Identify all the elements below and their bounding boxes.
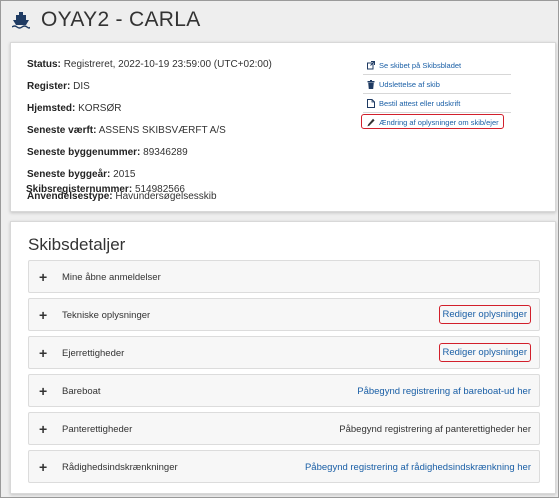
info-row-hjemsted: Hjemsted: KORSØR <box>27 103 121 114</box>
accordion-label: Panterettigheder <box>62 424 133 435</box>
window-frame: OYAY2 - CARLA Status: Registreret, 2022-… <box>0 0 559 498</box>
highlight-box <box>361 114 504 129</box>
accordion-mine-aabne-anmeldelser[interactable]: + Mine åbne anmeldelser <box>28 260 540 293</box>
info-value: 2015 <box>113 169 136 180</box>
info-label: Seneste byggeår: <box>27 169 111 180</box>
info-value: ASSENS SKIBSVÆRFT A/S <box>98 125 226 136</box>
info-value: 514982566 <box>134 184 185 195</box>
raadighedsindskraenkning-registration-link[interactable]: Påbegynd registrering af rådighedsindskr… <box>305 462 531 473</box>
info-value: Registreret, 2022-10-19 23:59:00 (UTC+02… <box>63 59 272 70</box>
accordion-label: Mine åbne anmeldelser <box>62 272 161 283</box>
info-label: Skibsregisternummer: <box>26 184 133 195</box>
info-row-byggenummer: Seneste byggenummer: 89346289 <box>27 147 188 158</box>
page-title: OYAY2 - CARLA <box>41 8 201 31</box>
action-label: Se skibet på Skibsbladet <box>379 60 462 70</box>
expand-plus-icon[interactable]: + <box>39 269 47 285</box>
info-row-skibsregisternummer: Skibsregisternummer: 514982566 <box>26 184 185 195</box>
expand-plus-icon[interactable]: + <box>39 307 47 323</box>
info-label: Seneste værft: <box>27 125 97 136</box>
info-value: 89346289 <box>143 147 188 158</box>
info-row-status: Status: Registreret, 2022-10-19 23:59:00… <box>27 59 272 70</box>
info-label: Seneste byggenummer: <box>27 147 141 158</box>
expand-plus-icon[interactable]: + <box>39 345 47 361</box>
action-se-skibet[interactable]: Se skibet på Skibsbladet <box>363 56 511 75</box>
edit-ejerrettigheder-link[interactable]: Rediger oplysninger <box>438 343 531 362</box>
action-udslettelse[interactable]: Udslettelse af skib <box>363 75 511 94</box>
trash-icon <box>367 80 375 89</box>
external-link-icon <box>367 61 375 70</box>
ship-actions: Se skibet på Skibsbladet Udslettelse af … <box>361 56 511 132</box>
ship-icon <box>12 12 30 29</box>
accordion-label: Bareboat <box>62 386 101 397</box>
accordion-ejerrettigheder[interactable]: + Ejerrettigheder Rediger oplysninger <box>28 336 540 369</box>
action-label: Udslettelse af skib <box>379 79 440 89</box>
accordion-label: Rådighedsindskrænkninger <box>62 462 178 473</box>
accordion-tekniske-oplysninger[interactable]: + Tekniske oplysninger Rediger oplysning… <box>28 298 540 331</box>
accordion-bareboat[interactable]: + Bareboat Påbegynd registrering af bare… <box>28 374 540 407</box>
expand-plus-icon[interactable]: + <box>39 383 47 399</box>
edit-tekniske-oplysninger-link[interactable]: Rediger oplysninger <box>438 305 531 324</box>
info-label: Status: <box>27 59 61 70</box>
ship-details-card: Skibsdetaljer + Mine åbne anmeldelser + … <box>10 221 556 494</box>
expand-plus-icon[interactable]: + <box>39 421 47 437</box>
page-header: OYAY2 - CARLA <box>2 2 559 39</box>
details-title: Skibsdetaljer <box>28 235 126 254</box>
action-label: Bestil attest eller udskrift <box>379 98 461 108</box>
panterettigheder-registration-link[interactable]: Påbegynd registrering af panterettighede… <box>339 424 531 435</box>
accordion-raadighedsindskraenkninger[interactable]: + Rådighedsindskrænkninger Påbegynd regi… <box>28 450 540 483</box>
info-value: DIS <box>73 81 90 92</box>
info-label: Hjemsted: <box>27 103 76 114</box>
info-row-vaerft: Seneste værft: ASSENS SKIBSVÆRFT A/S <box>27 125 226 136</box>
expand-plus-icon[interactable]: + <box>39 459 47 475</box>
info-value: KORSØR <box>78 103 122 114</box>
info-label: Register: <box>27 81 71 92</box>
document-icon <box>367 99 375 108</box>
accordion-label: Ejerrettigheder <box>62 348 125 359</box>
bareboat-registration-link[interactable]: Påbegynd registrering af bareboat-ud her <box>357 386 531 397</box>
info-row-register: Register: DIS <box>27 81 90 92</box>
accordion-panterettigheder[interactable]: + Panterettigheder Påbegynd registrering… <box>28 412 540 445</box>
info-row-byggeaar: Seneste byggeår: 2015 <box>27 169 135 180</box>
accordion-label: Tekniske oplysninger <box>62 310 151 321</box>
action-bestil-attest[interactable]: Bestil attest eller udskrift <box>363 94 511 113</box>
